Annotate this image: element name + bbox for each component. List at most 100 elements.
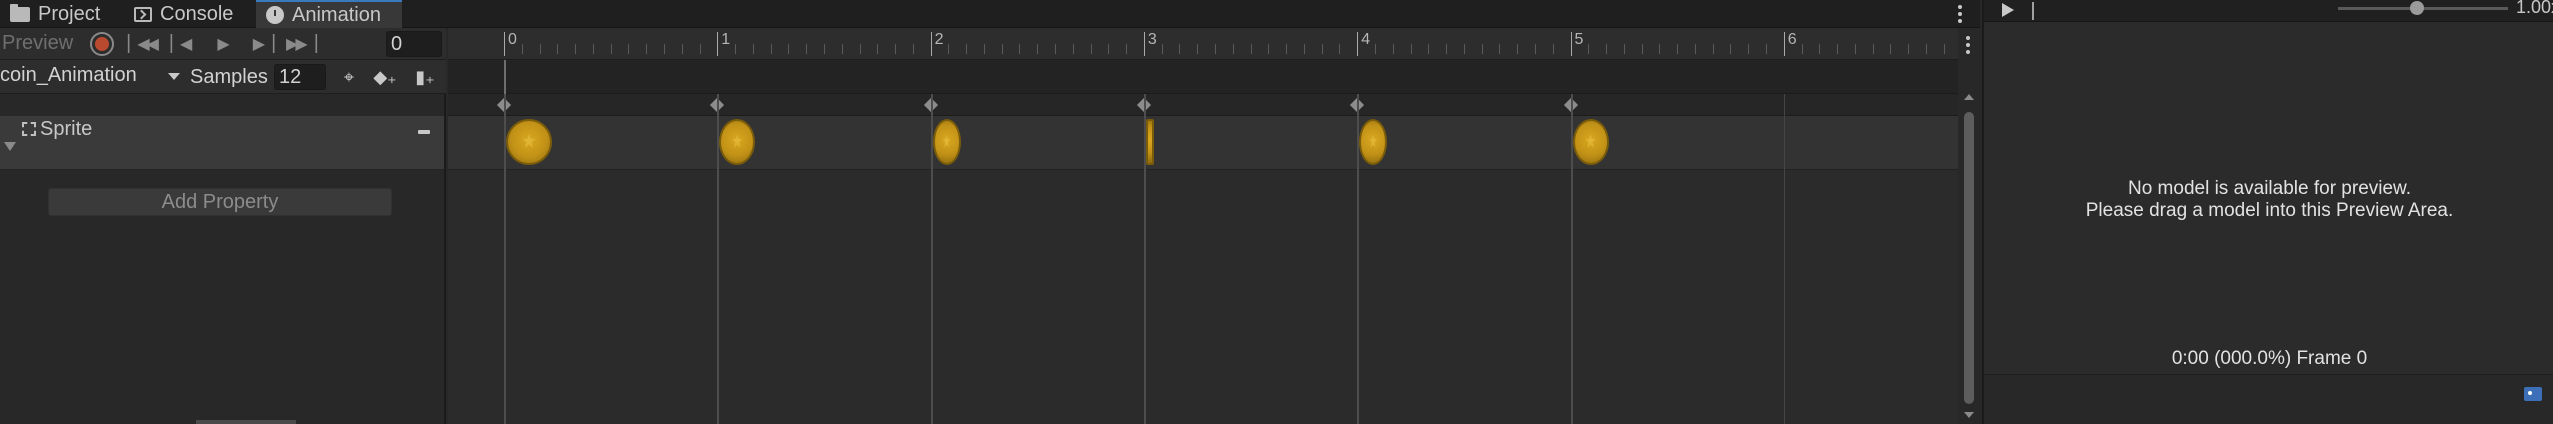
ruler-minor-tick <box>1854 44 1856 54</box>
add-event-button[interactable]: ▮₊ <box>412 64 438 90</box>
add-event-icon: ▮₊ <box>415 66 435 87</box>
tab-project[interactable]: Project <box>0 0 110 28</box>
coin-sprite-keyframe[interactable] <box>719 119 756 165</box>
add-property-button[interactable]: Add Property <box>48 188 392 216</box>
editor-tab-bar: Project Console Animation <box>0 0 1980 28</box>
ruler-minor-tick <box>1303 44 1305 54</box>
ruler-minor-tick <box>1872 44 1874 54</box>
ruler-minor-tick <box>1730 44 1732 54</box>
no-model-line-1: No model is available for preview. <box>2127 178 2412 199</box>
time-gridline <box>717 94 720 424</box>
crosshair-icon: ⌖ <box>343 66 355 87</box>
coin-sprite-keyframe[interactable] <box>506 119 552 165</box>
last-keyframe-button[interactable]: ▶▶▕ <box>286 32 317 56</box>
ruler-minor-tick <box>539 44 541 54</box>
ruler-minor-tick <box>1552 44 1554 54</box>
asset-label-icon[interactable] <box>2524 387 2542 401</box>
ruler-minor-tick <box>1623 44 1625 54</box>
ruler-minor-tick <box>1001 44 1003 54</box>
ruler-minor-tick <box>1517 44 1519 54</box>
foldout-arrow-icon[interactable] <box>4 142 16 151</box>
time-ruler[interactable]: 0 1 2 3 4 5 6 <box>448 28 1958 60</box>
frame-status: 0:00 (000.0%) Frame 0 <box>2171 348 2368 369</box>
coin-sprite-keyframe[interactable] <box>932 119 961 165</box>
sprite-keyframe-row[interactable] <box>448 116 1958 170</box>
vertical-scrollbar[interactable] <box>1964 112 1974 404</box>
timeline-options-icon[interactable] <box>1966 36 1970 54</box>
ruler-minor-tick <box>681 44 683 54</box>
coin-sprite-keyframe[interactable] <box>1359 119 1388 165</box>
clock-icon <box>266 6 284 24</box>
ruler-minor-tick <box>628 44 630 54</box>
ruler-tick-label: 2 <box>934 31 944 48</box>
ruler-minor-tick <box>1481 44 1483 54</box>
ruler-minor-tick <box>752 44 754 54</box>
ruler-minor-tick <box>895 44 897 54</box>
ruler-tick-label: 3 <box>1147 31 1157 48</box>
property-row-sprite[interactable]: Sprite <box>0 116 444 170</box>
ruler-minor-tick <box>1534 44 1536 54</box>
folder-icon <box>10 3 30 22</box>
coin-sprite-keyframe[interactable] <box>1145 119 1154 165</box>
dopesheet-timeline[interactable]: 0 1 2 3 4 5 6 <box>448 28 1958 424</box>
ruler-minor-tick <box>575 44 577 54</box>
ruler-tick-label: 0 <box>508 31 517 48</box>
preview-play-icon[interactable] <box>2002 3 2014 17</box>
ruler-minor-tick <box>1499 44 1501 54</box>
animation-properties-panel: Preview ▏◀◀ ▏◀ ▶ ▶▕ ▶▶▕ 0 coin_Animation… <box>0 28 446 424</box>
ruler-minor-tick <box>1215 44 1216 54</box>
coin-sprite-keyframe[interactable] <box>1572 119 1609 165</box>
tab-animation[interactable]: Animation <box>256 0 402 28</box>
ruler-minor-tick <box>1374 44 1376 54</box>
tab-console-label: Console <box>160 2 234 25</box>
ruler-minor-tick <box>1250 44 1252 54</box>
ruler-minor-tick <box>859 44 861 54</box>
ruler-minor-tick <box>1019 44 1021 54</box>
ruler-minor-tick <box>1588 44 1590 54</box>
samples-field[interactable]: 12 <box>274 64 326 90</box>
window-menu-icon[interactable] <box>1958 5 1962 23</box>
ruler-minor-tick <box>1943 44 1945 54</box>
ruler-tick-label: 6 <box>1787 31 1797 48</box>
ruler-tick-label: 5 <box>1574 31 1584 48</box>
ruler-minor-tick <box>557 44 559 54</box>
record-button[interactable] <box>90 32 114 56</box>
ruler-minor-tick <box>1463 44 1465 54</box>
ruler-minor-tick <box>1641 44 1643 54</box>
ruler-major-tick <box>930 32 932 56</box>
step-forward-icon: ▶▕ <box>252 36 275 53</box>
remove-property-button[interactable] <box>418 130 430 134</box>
first-keyframe-button[interactable]: ▏◀◀ <box>128 32 159 56</box>
ruler-major-tick <box>1783 32 1785 56</box>
ruler-minor-tick <box>1890 44 1892 54</box>
play-button[interactable]: ▶ <box>208 32 236 56</box>
speed-slider-handle[interactable] <box>2410 1 2424 15</box>
ruler-major-tick <box>504 32 505 56</box>
ruler-tick-label: 4 <box>1361 31 1371 48</box>
event-lane[interactable] <box>448 60 1958 94</box>
ruler-tick-label: 1 <box>721 31 731 48</box>
sprite-icon <box>22 122 36 136</box>
ruler-major-tick <box>717 32 719 56</box>
ruler-minor-tick <box>592 44 594 54</box>
preview-toggle[interactable]: Preview <box>2 32 73 55</box>
skip-start-icon: ▏◀◀ <box>128 36 159 53</box>
ruler-minor-tick <box>1392 44 1394 54</box>
keyframe-summary-row[interactable] <box>448 94 1958 116</box>
add-keyframe-button[interactable]: ◆₊ <box>372 64 398 90</box>
ruler-minor-tick <box>841 44 843 54</box>
tab-project-label: Project <box>38 2 101 25</box>
current-frame-field[interactable]: 0 <box>386 31 442 57</box>
horizontal-scrollbar[interactable] <box>196 420 296 424</box>
time-gridline <box>1357 94 1360 424</box>
tab-console[interactable]: Console <box>124 0 243 28</box>
next-keyframe-button[interactable]: ▶▕ <box>248 32 276 56</box>
add-keyframe-icon: ◆₊ <box>373 66 397 87</box>
clip-selector[interactable]: coin_Animation <box>0 64 184 90</box>
ruler-minor-tick <box>1908 44 1910 54</box>
scroll-up-icon[interactable] <box>1964 94 1974 100</box>
ruler-minor-tick <box>1072 44 1074 54</box>
keyframe-snap-button[interactable]: ⌖ <box>336 64 362 90</box>
previous-keyframe-button[interactable]: ▏◀ <box>166 32 194 56</box>
scroll-down-icon[interactable] <box>1964 412 1974 418</box>
